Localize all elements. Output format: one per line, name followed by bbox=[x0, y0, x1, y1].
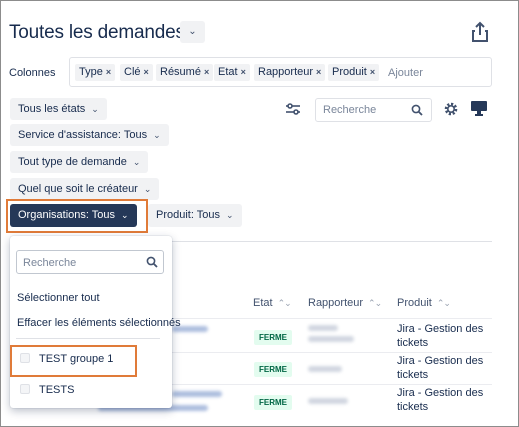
blurred-summary bbox=[172, 391, 222, 397]
column-chip-key: Clé × bbox=[120, 64, 153, 81]
product-cell: Jira - Gestion des tickets bbox=[397, 387, 484, 413]
column-chip-state: Etat × bbox=[214, 64, 250, 81]
chevron-down-icon: ⌄ bbox=[153, 130, 161, 140]
remove-chip-icon[interactable]: × bbox=[316, 67, 321, 77]
status-badge: FERME bbox=[254, 330, 292, 345]
row-divider bbox=[172, 318, 492, 319]
status-badge: FERME bbox=[254, 395, 292, 410]
search-icon bbox=[411, 104, 423, 116]
sort-icon: ⌃⌄ bbox=[277, 298, 292, 308]
remove-chip-icon[interactable]: × bbox=[241, 67, 246, 77]
blurred-reporter bbox=[308, 325, 338, 331]
filter-creator-button[interactable]: Quel que soit le créateur ⌄ bbox=[10, 178, 160, 200]
row-divider bbox=[172, 384, 492, 385]
remove-chip-icon[interactable]: × bbox=[204, 67, 209, 77]
chevron-down-icon: ⌄ bbox=[226, 210, 234, 220]
column-chip-reporter: Rapporteur × bbox=[254, 64, 326, 81]
search-input[interactable]: Recherche bbox=[315, 98, 432, 122]
option-tests[interactable]: TESTS bbox=[20, 381, 74, 399]
divider bbox=[16, 338, 160, 339]
gear-icon[interactable] bbox=[443, 101, 459, 117]
adjust-icon[interactable] bbox=[284, 101, 302, 117]
column-chip-type: Type × bbox=[75, 64, 116, 81]
row-divider bbox=[172, 352, 492, 353]
column-header-product[interactable]: Produit ⌃⌄ bbox=[397, 297, 451, 309]
share-icon[interactable] bbox=[470, 20, 490, 44]
divider bbox=[172, 241, 492, 242]
filter-product-button[interactable]: Produit: Tous ⌄ bbox=[148, 204, 242, 227]
chevron-down-icon: ⌄ bbox=[132, 157, 141, 167]
sort-icon: ⌃⌄ bbox=[368, 298, 382, 308]
organisations-dropdown: Recherche Sélectionner tout Effacer les … bbox=[10, 236, 181, 408]
remove-chip-icon[interactable]: × bbox=[144, 67, 149, 77]
column-chip-product: Produit × bbox=[328, 64, 380, 81]
column-header-reporter[interactable]: Rapporteur ⌃⌄ bbox=[308, 297, 382, 309]
option-highlight bbox=[10, 345, 137, 377]
filter-service-button[interactable]: Service d'assistance: Tous ⌄ bbox=[10, 124, 169, 146]
blurred-reporter bbox=[308, 398, 348, 404]
blurred-reporter bbox=[308, 336, 354, 342]
chevron-down-icon: ⌄ bbox=[143, 184, 152, 194]
columns-selector[interactable]: Type × Clé × Résumé × Etat × Rapporteur × Pro… bbox=[69, 57, 492, 87]
filter-request-type-button[interactable]: Tout type de demande ⌄ bbox=[10, 151, 149, 173]
product-cell: Jira - Gestion des tickets bbox=[397, 323, 484, 349]
sort-icon: ⌃⌄ bbox=[436, 298, 451, 308]
remove-chip-icon[interactable]: × bbox=[370, 67, 375, 77]
title-dropdown-button[interactable]: ⌄ bbox=[180, 21, 205, 43]
organisations-highlight bbox=[6, 199, 148, 233]
column-header-state[interactable]: Etat ⌃⌄ bbox=[253, 297, 292, 309]
chevron-down-icon: ⌄ bbox=[91, 104, 99, 114]
dropdown-search-input[interactable]: Recherche bbox=[16, 250, 164, 274]
column-chip-summary: Résumé × bbox=[156, 64, 214, 81]
page-title: Toutes les demandes bbox=[9, 22, 185, 43]
remove-chip-icon[interactable]: × bbox=[106, 67, 111, 77]
blurred-reporter bbox=[308, 366, 342, 372]
columns-label: Colonnes bbox=[9, 67, 56, 79]
add-column-input[interactable]: Ajouter bbox=[388, 67, 423, 79]
status-badge: FERME bbox=[254, 362, 292, 377]
select-all-link[interactable]: Sélectionner tout bbox=[17, 292, 100, 304]
chevron-down-icon: ⌄ bbox=[188, 26, 197, 37]
monitor-icon[interactable] bbox=[470, 99, 488, 117]
search-icon bbox=[146, 256, 158, 268]
checkbox[interactable] bbox=[20, 384, 30, 394]
filter-states-button[interactable]: Tous les états ⌄ bbox=[10, 98, 107, 120]
clear-selection-link[interactable]: Effacer les éléments sélectionnés bbox=[17, 317, 181, 329]
product-cell: Jira - Gestion des tickets bbox=[397, 355, 484, 381]
